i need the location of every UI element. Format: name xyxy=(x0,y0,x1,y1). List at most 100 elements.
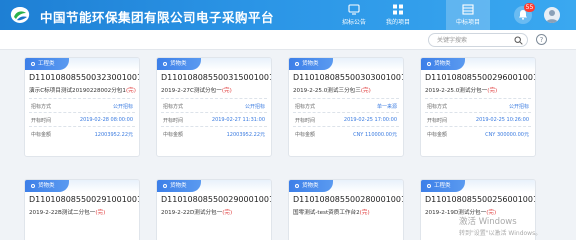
project-title-text: 国零测试-test资质工作台2 xyxy=(293,210,360,216)
category-label: 货物类 xyxy=(302,183,319,189)
project-number: D110108085500256001001 xyxy=(425,195,536,204)
detail-value: CNY 110000.00元 xyxy=(353,132,397,138)
card-header: 货物类 xyxy=(157,58,271,70)
project-title-text: 2019-2-22D测试分包一 xyxy=(161,210,223,216)
project-title: 2019-2-19D测试分包一(完) xyxy=(425,208,535,216)
status-badge: (完) xyxy=(486,210,497,216)
project-title: 国零测试-test资质工作台2(完) xyxy=(293,208,403,216)
circle-icon xyxy=(427,61,431,66)
project-card[interactable]: 工程类 D110108085500256001001 2019-2-19D测试分包一… xyxy=(420,179,536,240)
tab-my-projects[interactable]: 我的项目 xyxy=(378,0,418,30)
category-label: 货物类 xyxy=(170,61,187,67)
project-title: 演示C标项目测试20190228002分包1(完) xyxy=(29,86,139,94)
category-tag: 货物类 xyxy=(157,58,201,70)
project-number: D110108085500315001001 xyxy=(161,73,272,82)
detail-value: 公开招标 xyxy=(112,104,133,110)
project-number: D110108085500291001001 xyxy=(29,195,140,204)
help-icon[interactable]: ? xyxy=(536,34,547,45)
project-title: 2019-2-22D测试分包一(完) xyxy=(161,208,271,216)
project-number: D110108085500296001001 xyxy=(425,73,536,82)
detail-row: 中标金额 CNY 110000.00元 xyxy=(293,126,399,140)
card-header: 工程类 xyxy=(25,58,139,70)
project-title-text: 2019-2-22B测试二分包一 xyxy=(29,210,96,216)
tab-label: 中标项目 xyxy=(455,19,480,26)
detail-row: 开标时间 2019-02-27 11:31:00 xyxy=(161,112,267,126)
detail-label: 招标方式 xyxy=(31,104,52,110)
project-card[interactable]: 货物类 D110108085500290001001 2019-2-22D测试分包一… xyxy=(156,179,272,240)
site-title: 中国节能环保集团有限公司电子采购平台 xyxy=(40,10,275,25)
project-title-text: 2019-2-19D测试分包一 xyxy=(425,210,487,216)
card-details: 招标方式 公开招标开标时间 2019-02-28 08:00:00 中标金额 12003… xyxy=(29,98,135,140)
category-tag: 货物类 xyxy=(289,58,333,70)
category-tag: 工程类 xyxy=(25,58,69,70)
project-card[interactable]: 货物类 D110108085500291001001 2019-2-22B测试二分包… xyxy=(24,179,140,240)
tab-awarded-projects[interactable]: 中标项目 xyxy=(446,0,490,30)
category-label: 工程类 xyxy=(38,61,55,67)
card-header: 货物类 xyxy=(289,58,403,70)
detail-row: 招标方式 公开招标 xyxy=(29,98,135,112)
search-bar: ? xyxy=(0,30,576,50)
project-card[interactable]: 货物类 D110108085500280001001 国零测试-test资质工作台2… xyxy=(288,179,404,240)
project-title-text: 2019-2-25.0测试分包一 xyxy=(425,88,488,94)
tab-label: 我的项目 xyxy=(385,19,410,26)
project-card[interactable]: 货物类 D110108085500296001001 2019-2-25.0测试分包… xyxy=(420,57,536,157)
top-header: 中国节能环保集团有限公司电子采购平台 招标公告 我的项目 中标项目 55 xyxy=(0,0,576,30)
status-badge: (完) xyxy=(359,210,370,216)
project-title: 2019-2-25.0测试三分包三(完) xyxy=(293,86,403,94)
category-label: 货物类 xyxy=(434,61,451,67)
detail-value: CNY 300000.00元 xyxy=(485,132,529,138)
notification-badge: 55 xyxy=(524,3,535,12)
detail-label: 招标方式 xyxy=(295,104,316,110)
project-title-text: 演示C标项目测试20190228002分包1 xyxy=(29,88,126,94)
search-input[interactable] xyxy=(437,35,513,46)
project-card[interactable]: 货物类 D110108085500315001001 2019-2-27C测试分包一… xyxy=(156,57,272,157)
category-tag: 货物类 xyxy=(25,180,69,192)
detail-value: 2019-02-28 08:00:00 xyxy=(79,117,133,123)
circle-icon xyxy=(163,183,167,188)
detail-label: 开标时间 xyxy=(163,118,184,124)
project-title-text: 2019-2-25.0测试三分包三 xyxy=(293,88,361,94)
detail-row: 中标金额 12003952.22元 xyxy=(161,126,267,140)
company-logo-icon xyxy=(10,7,30,23)
detail-label: 开标时间 xyxy=(427,118,448,124)
notifications-button[interactable]: 55 xyxy=(508,0,538,30)
avatar[interactable] xyxy=(544,7,560,23)
status-badge: (完) xyxy=(222,210,233,216)
tab-bidding-announcement[interactable]: 招标公告 xyxy=(334,0,374,30)
detail-value: 12003952.22元 xyxy=(94,132,133,138)
search-box xyxy=(428,33,528,47)
status-badge: (完) xyxy=(487,88,498,94)
detail-label: 招标方式 xyxy=(163,104,184,110)
detail-label: 中标金额 xyxy=(163,132,184,138)
category-label: 货物类 xyxy=(170,183,187,189)
table-icon xyxy=(462,4,474,15)
detail-label: 中标金额 xyxy=(31,132,52,138)
card-header: 工程类 xyxy=(421,180,535,192)
grid-icon xyxy=(393,4,403,15)
detail-label: 招标方式 xyxy=(427,104,448,110)
detail-row: 开标时间 2019-02-25 17:00:00 xyxy=(293,112,399,126)
detail-row: 招标方式 单一来源 xyxy=(293,98,399,112)
detail-value: 公开招标 xyxy=(244,104,265,110)
detail-row: 中标金额 CNY 300000.00元 xyxy=(425,126,531,140)
project-card[interactable]: 工程类 D110108085500323001001 演示C标项目测试2019022… xyxy=(24,57,140,157)
detail-label: 中标金额 xyxy=(427,132,448,138)
category-label: 工程类 xyxy=(434,183,451,189)
category-tag: 工程类 xyxy=(421,180,465,192)
user-icon xyxy=(546,10,558,23)
status-badge: (完) xyxy=(95,210,106,216)
detail-row: 招标方式 公开招标 xyxy=(161,98,267,112)
category-label: 货物类 xyxy=(302,61,319,67)
circle-icon xyxy=(163,61,167,66)
search-icon[interactable] xyxy=(514,36,523,45)
project-card[interactable]: 货物类 D110108085500303001001 2019-2-25.0测试三分… xyxy=(288,57,404,157)
card-details: 招标方式 公开招标开标时间 2019-02-27 11:31:00 中标金额 12003… xyxy=(161,98,267,140)
card-details: 招标方式 公开招标 开标时间 2019-02-25 10:26:00 中标金额 CNY 3… xyxy=(425,98,531,140)
detail-row: 开标时间 2019-02-28 08:00:00 xyxy=(29,112,135,126)
card-header: 货物类 xyxy=(289,180,403,192)
project-number: D110108085500290001001 xyxy=(161,195,272,204)
project-number: D110108085500280001001 xyxy=(293,195,404,204)
project-number: D110108085500323001001 xyxy=(29,73,140,82)
card-header: 货物类 xyxy=(421,58,535,70)
detail-value: 12003952.22元 xyxy=(226,132,265,138)
